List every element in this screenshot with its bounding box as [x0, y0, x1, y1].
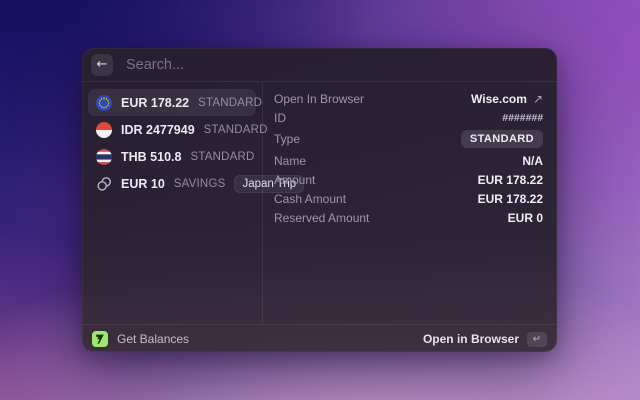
status-bar: Get Balances Open in Browser ↵ [82, 324, 557, 352]
balance-type: STANDARD [198, 97, 262, 109]
detail-label: Cash Amount [274, 192, 346, 206]
detail-row-amount: Amount EUR 178.22 [274, 170, 543, 189]
detail-value: EUR 178.22 [478, 192, 543, 206]
detail-label: ID [274, 111, 286, 125]
balance-amount: IDR 2477949 [121, 123, 195, 137]
command-info: Get Balances [92, 331, 189, 347]
balance-type: STANDARD [204, 124, 268, 136]
list-item-eur-savings[interactable]: EUR 10 SAVINGS Japan Trip [88, 170, 256, 197]
open-external-icon: ↗ [533, 92, 543, 106]
detail-value: N/A [522, 154, 543, 168]
detail-panel: Open In Browser Wise.com ↗ ID ####### Ty… [263, 82, 557, 324]
search-bar: ← [82, 48, 557, 82]
list-item-thb-standard[interactable]: THB 510.8 STANDARD [88, 143, 256, 170]
detail-row-reserved-amount: Reserved Amount EUR 0 [274, 208, 543, 227]
detail-value-link[interactable]: Wise.com ↗ [471, 92, 543, 106]
detail-label: Reserved Amount [274, 211, 369, 225]
detail-label: Open In Browser [274, 92, 364, 106]
main-content: EUR 178.22 STANDARD IDR 2477949 STANDARD [82, 82, 557, 324]
detail-row-cash-amount: Cash Amount EUR 178.22 [274, 189, 543, 208]
balances-list: EUR 178.22 STANDARD IDR 2477949 STANDARD [82, 82, 263, 324]
list-item-eur-standard[interactable]: EUR 178.22 STANDARD [88, 89, 256, 116]
list-item-idr-standard[interactable]: IDR 2477949 STANDARD [88, 116, 256, 143]
type-badge: STANDARD [461, 130, 543, 148]
balance-amount: THB 510.8 [121, 150, 181, 164]
enter-key-icon: ↵ [527, 332, 547, 347]
detail-row-id: ID ####### [274, 108, 543, 127]
indonesia-flag-icon [96, 122, 112, 138]
detail-label: Name [274, 154, 306, 168]
detail-value: EUR 0 [508, 211, 543, 225]
detail-row-type: Type STANDARD [274, 127, 543, 151]
detail-row-open-in-browser: Open In Browser Wise.com ↗ [274, 89, 543, 108]
launcher-window: ← [82, 48, 557, 352]
detail-label: Type [274, 132, 300, 146]
balance-amount: EUR 10 [121, 177, 165, 191]
balance-type: SAVINGS [174, 178, 226, 190]
detail-row-name: Name N/A [274, 151, 543, 170]
balance-type: STANDARD [190, 151, 254, 163]
savings-coins-icon [96, 176, 112, 192]
thailand-flag-icon [96, 149, 112, 165]
primary-action-label: Open in Browser [423, 332, 519, 346]
search-input[interactable] [126, 57, 545, 73]
primary-action[interactable]: Open in Browser ↵ [423, 332, 547, 347]
detail-value: EUR 178.22 [478, 173, 543, 187]
back-arrow-icon: ← [97, 57, 108, 72]
balance-amount: EUR 178.22 [121, 96, 189, 110]
detail-value-masked: ####### [502, 112, 543, 124]
command-title: Get Balances [117, 332, 189, 346]
link-text: Wise.com [471, 92, 527, 106]
eu-flag-icon [96, 95, 112, 111]
detail-label: Amount [274, 173, 315, 187]
wise-logo-icon [92, 331, 108, 347]
back-button[interactable]: ← [91, 54, 113, 76]
